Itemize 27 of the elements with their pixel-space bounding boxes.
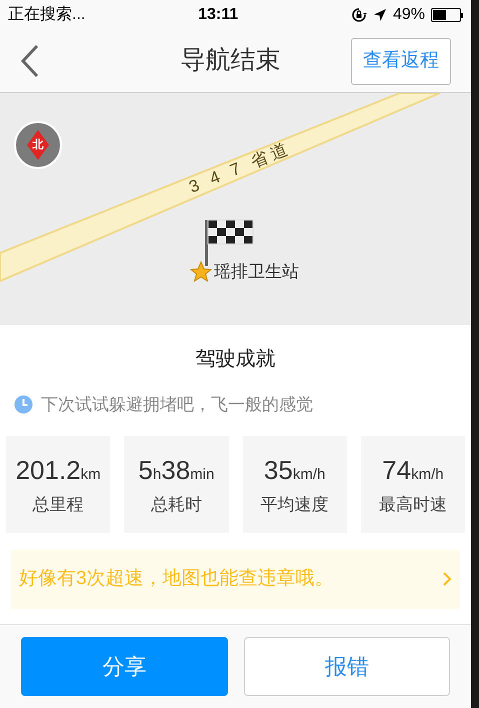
rotation-lock-icon: [350, 7, 367, 23]
page-title: 导航结束: [180, 45, 282, 76]
road-label: 3 4 7 省道: [185, 137, 296, 199]
star-icon: [190, 260, 212, 283]
location-arrow-icon: [372, 8, 387, 22]
battery-icon: [430, 8, 463, 22]
clock-icon: [14, 395, 33, 414]
carrier-text: 正在搜索...: [8, 4, 86, 25]
stat-label: 最高时速: [378, 494, 447, 516]
stat-label: 平均速度: [260, 494, 329, 516]
back-icon[interactable]: [20, 44, 40, 78]
compass-icon[interactable]: 北: [14, 121, 62, 169]
stat-label: 总里程: [32, 494, 84, 516]
clock-time: 13:11: [198, 5, 238, 25]
stat-value: 5h38min: [138, 454, 214, 487]
chevron-right-icon: [442, 571, 452, 587]
stat-value: 35km/h: [264, 454, 326, 487]
tip-text: 下次试试躲避拥堵吧，飞一般的感觉: [41, 394, 313, 416]
stat-value: 74km/h: [382, 454, 444, 487]
stat-value: 201.2km: [16, 454, 101, 487]
return-route-button[interactable]: 查看返程: [351, 38, 451, 84]
battery-percent: 49%: [392, 5, 425, 25]
share-button[interactable]: 分享: [21, 637, 228, 696]
stat-label: 总耗时: [150, 494, 202, 516]
destination-label: 瑶排卫生站: [214, 261, 299, 283]
summary-title: 驾驶成就: [194, 347, 276, 372]
report-button[interactable]: 报错: [244, 637, 450, 696]
